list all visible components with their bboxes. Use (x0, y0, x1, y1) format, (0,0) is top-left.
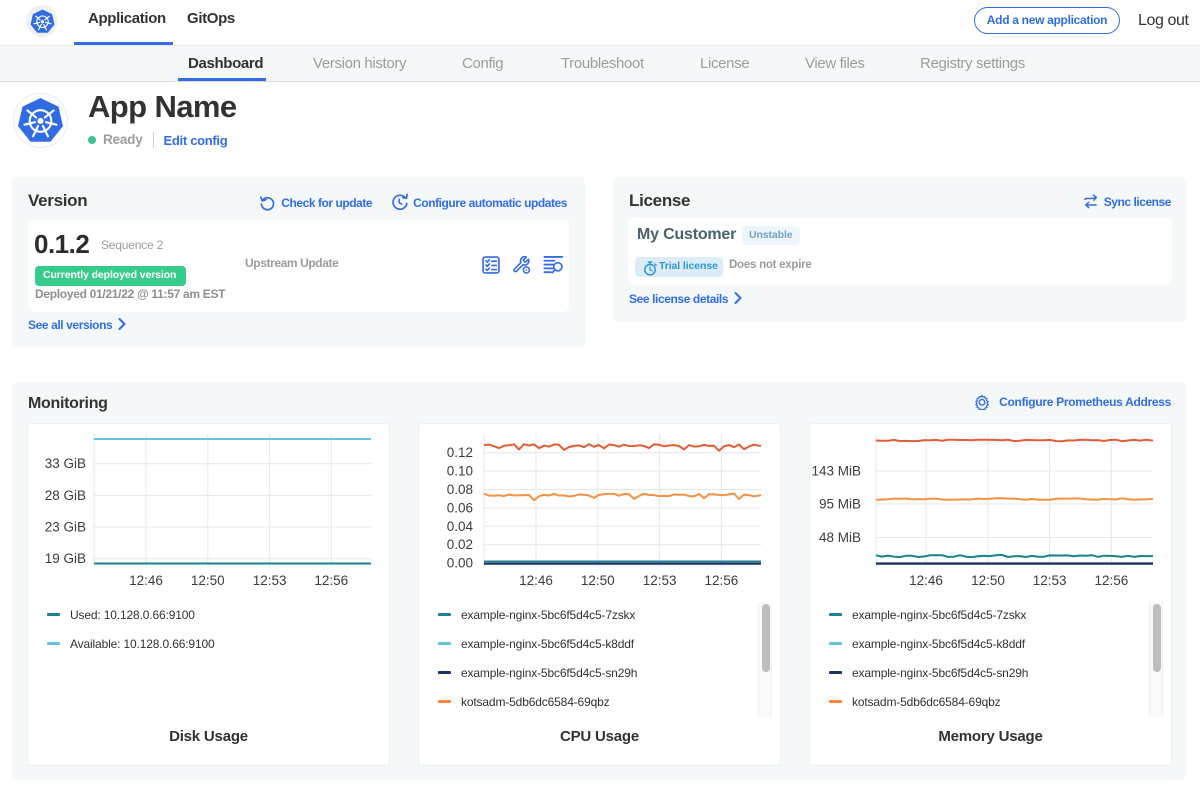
svg-text:33 GiB: 33 GiB (45, 456, 86, 471)
svg-text:12:53: 12:53 (253, 573, 287, 588)
svg-text:48 MiB: 48 MiB (819, 530, 861, 545)
svg-text:0.06: 0.06 (447, 500, 473, 515)
svg-text:95 MiB: 95 MiB (819, 497, 861, 512)
svg-text:23 GiB: 23 GiB (45, 520, 86, 535)
svg-text:12:56: 12:56 (314, 573, 348, 588)
svg-text:12:50: 12:50 (191, 573, 225, 588)
svg-text:0.02: 0.02 (447, 537, 473, 552)
svg-text:12:46: 12:46 (909, 573, 943, 588)
svg-text:12:53: 12:53 (643, 573, 677, 588)
svg-text:12:56: 12:56 (1095, 573, 1129, 588)
svg-text:12:46: 12:46 (129, 573, 163, 588)
svg-text:0.04: 0.04 (447, 519, 474, 534)
svg-text:28 GiB: 28 GiB (45, 488, 86, 503)
svg-text:0.10: 0.10 (447, 464, 473, 479)
svg-text:12:50: 12:50 (971, 573, 1005, 588)
svg-text:0.00: 0.00 (447, 555, 473, 570)
svg-text:12:46: 12:46 (519, 573, 553, 588)
svg-text:12:50: 12:50 (581, 573, 615, 588)
svg-text:19 GiB: 19 GiB (45, 551, 86, 566)
svg-text:0.12: 0.12 (447, 445, 473, 460)
svg-text:0.08: 0.08 (447, 482, 473, 497)
svg-text:12:53: 12:53 (1033, 573, 1067, 588)
svg-text:12:56: 12:56 (705, 573, 739, 588)
svg-text:143 MiB: 143 MiB (811, 464, 861, 479)
